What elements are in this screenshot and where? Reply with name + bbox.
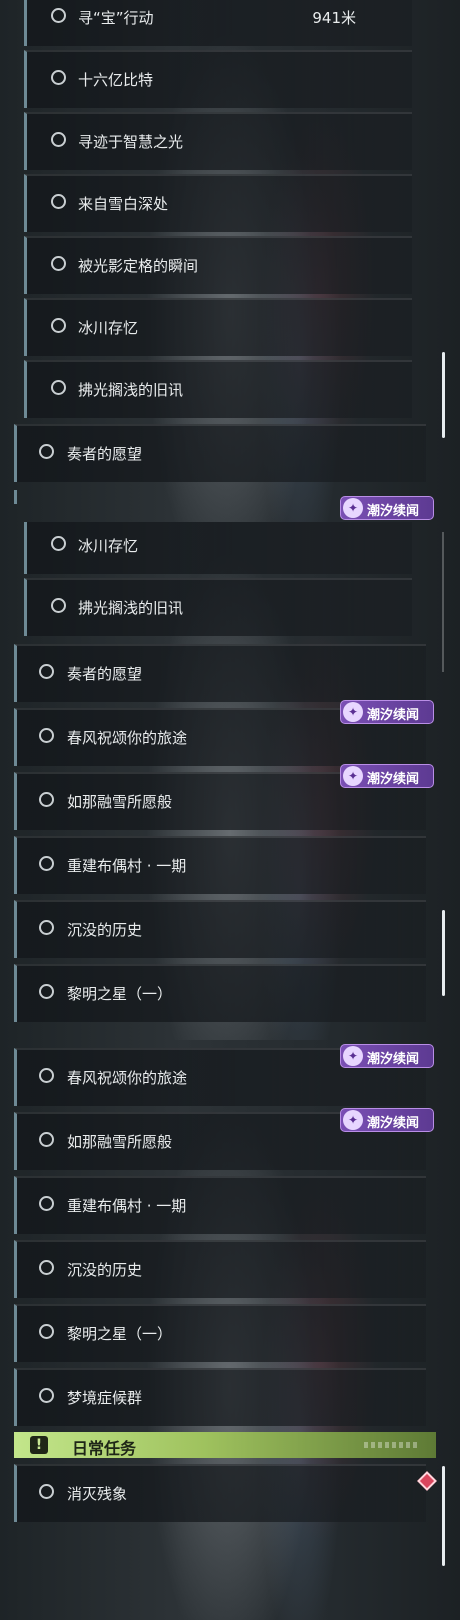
quest-item[interactable]: 重建布偶村 · 一期 (14, 1176, 426, 1234)
status-circle-icon (51, 70, 66, 85)
tidal-story-badge: ✦ 潮汐续闻 (340, 700, 434, 724)
quest-label: 沉没的历史 (67, 1261, 143, 1279)
status-circle-icon (51, 380, 66, 395)
tidal-story-icon: ✦ (343, 702, 363, 722)
quest-label: 奏者的愿望 (67, 445, 143, 463)
quest-label: 寻“宝”行动 (78, 9, 154, 27)
quest-item[interactable]: 梦境症候群 (14, 1368, 426, 1426)
exclamation-icon: ! (30, 1436, 48, 1454)
quest-label: 消灭残象 (67, 1485, 128, 1503)
tidal-story-badge: ✦ 潮汐续闻 (340, 764, 434, 788)
quest-panel-3: 春风祝颂你的旅途 如那融雪所愿般 重建布偶村 · 一期 沉没的历史 黎明之星（一… (0, 1040, 460, 1620)
quest-label: 冰川存忆 (78, 319, 139, 337)
quest-label: 黎明之星（一） (67, 1325, 173, 1343)
status-circle-icon (39, 1388, 54, 1403)
quest-label: 如那融雪所愿般 (67, 793, 173, 811)
status-circle-icon (39, 1068, 54, 1083)
tidal-story-icon: ✦ (343, 766, 363, 786)
status-circle-icon (39, 1196, 54, 1211)
badge-label: 潮汐续闻 (367, 1052, 420, 1067)
tidal-story-badge: ✦ 潮汐续闻 (340, 1044, 434, 1068)
scrollbar-thumb[interactable] (442, 910, 445, 996)
quest-item[interactable]: 奏者的愿望 (14, 424, 426, 482)
section-title: 日常任务 (72, 1439, 137, 1458)
scrollbar-track (442, 532, 444, 672)
status-circle-icon (51, 598, 66, 613)
quest-item[interactable]: 黎明之星（一） (14, 1304, 426, 1362)
status-circle-icon (39, 1484, 54, 1499)
badge-label: 潮汐续闻 (367, 772, 420, 787)
quest-label: 如那融雪所愿般 (67, 1133, 173, 1151)
quest-item[interactable]: 沉没的历史 (14, 900, 426, 958)
quest-label: 拂光搁浅的旧讯 (78, 381, 184, 399)
daily-tasks-header[interactable]: ! 日常任务 (14, 1432, 436, 1458)
status-circle-icon (39, 984, 54, 999)
status-circle-icon (39, 664, 54, 679)
quest-item[interactable]: 沉没的历史 (14, 1240, 426, 1298)
quest-item[interactable]: 拂光搁浅的旧讯 (24, 360, 412, 418)
scrollbar-thumb[interactable] (442, 352, 445, 438)
badge-label: 潮汐续闻 (367, 504, 420, 519)
quest-panel-2: 冰川存忆 拂光搁浅的旧讯 奏者的愿望 春风祝颂你的旅途 如那融雪所愿般 重建布偶… (0, 522, 460, 1040)
quest-label: 来自雪白深处 (78, 195, 169, 213)
status-circle-icon (51, 256, 66, 271)
status-circle-icon (51, 536, 66, 551)
status-circle-icon (39, 728, 54, 743)
quest-item[interactable]: 重建布偶村 · 一期 (14, 836, 426, 894)
quest-label: 重建布偶村 · 一期 (67, 857, 187, 875)
status-circle-icon (51, 194, 66, 209)
status-circle-icon (51, 132, 66, 147)
header-decoration (364, 1442, 420, 1448)
quest-label: 黎明之星（一） (67, 985, 173, 1003)
status-circle-icon (51, 318, 66, 333)
status-circle-icon (39, 1260, 54, 1275)
scrollbar-thumb[interactable] (442, 1466, 445, 1566)
quest-label: 梦境症候群 (67, 1389, 143, 1407)
quest-panel-1: 寻“宝”行动 941米 十六亿比特 寻迹于智慧之光 来自雪白深处 被光影定格的瞬… (0, 0, 460, 522)
tidal-story-badge: ✦ 潮汐续闻 (340, 1108, 434, 1132)
status-circle-icon (39, 856, 54, 871)
quest-item[interactable]: 奏者的愿望 (14, 644, 426, 702)
status-circle-icon (51, 8, 66, 23)
quest-label: 十六亿比特 (78, 71, 154, 89)
tidal-story-icon: ✦ (343, 1046, 363, 1066)
quest-label: 寻迹于智慧之光 (78, 133, 184, 151)
tidal-story-icon: ✦ (343, 498, 363, 518)
quest-label: 奏者的愿望 (67, 665, 143, 683)
quest-item[interactable]: 拂光搁浅的旧讯 (24, 578, 412, 636)
tidal-story-badge: ✦ 潮汐续闻 (340, 496, 434, 520)
quest-label: 冰川存忆 (78, 537, 139, 555)
quest-label: 春风祝颂你的旅途 (67, 729, 188, 747)
status-circle-icon (39, 444, 54, 459)
quest-item[interactable]: 来自雪白深处 (24, 174, 412, 232)
status-circle-icon (39, 1132, 54, 1147)
quest-item[interactable]: 寻“宝”行动 941米 (24, 0, 412, 46)
quest-item[interactable]: 消灭残象 (14, 1464, 426, 1522)
quest-item[interactable]: 冰川存忆 (24, 522, 412, 574)
quest-item[interactable]: 黎明之星（一） (14, 964, 426, 1022)
status-circle-icon (39, 1324, 54, 1339)
quest-label: 拂光搁浅的旧讯 (78, 599, 184, 617)
quest-item[interactable]: 寻迹于智慧之光 (24, 112, 412, 170)
quest-label: 春风祝颂你的旅途 (67, 1069, 188, 1087)
quest-distance: 941米 (312, 9, 356, 27)
tidal-story-icon: ✦ (343, 1110, 363, 1130)
quest-label: 重建布偶村 · 一期 (67, 1197, 187, 1215)
status-circle-icon (39, 792, 54, 807)
quest-item[interactable]: 被光影定格的瞬间 (24, 236, 412, 294)
quest-label: 被光影定格的瞬间 (78, 257, 199, 275)
list-edge (14, 490, 17, 504)
quest-label: 沉没的历史 (67, 921, 143, 939)
badge-label: 潮汐续闻 (367, 1116, 420, 1131)
quest-item[interactable]: 冰川存忆 (24, 298, 412, 356)
quest-item[interactable]: 十六亿比特 (24, 50, 412, 108)
status-circle-icon (39, 920, 54, 935)
badge-label: 潮汐续闻 (367, 708, 420, 723)
